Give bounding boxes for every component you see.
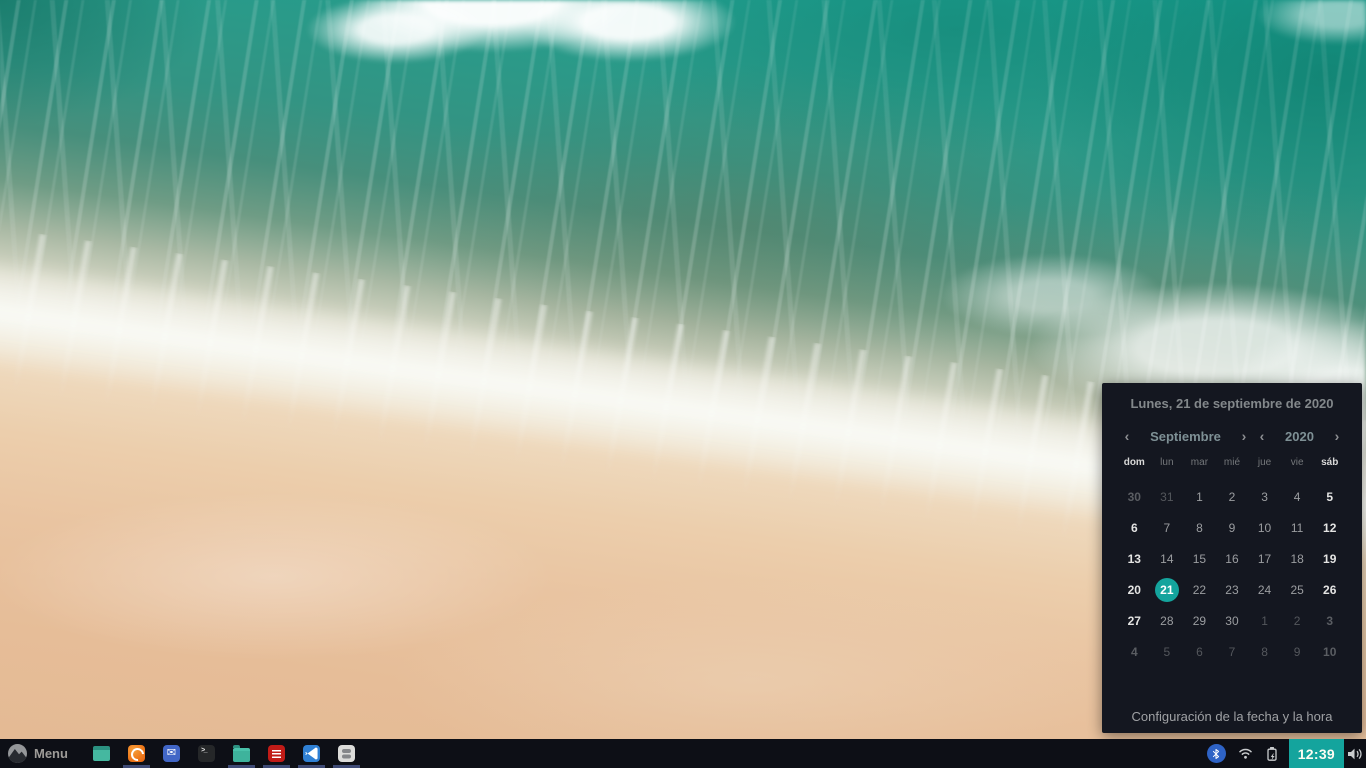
calendar-day[interactable]: 2 [1216, 481, 1249, 512]
prev-year-button[interactable]: ‹ [1253, 429, 1271, 443]
vscode-icon [303, 745, 320, 762]
calendar-day[interactable]: 29 [1183, 605, 1216, 636]
month-label: Septiembre [1136, 429, 1235, 444]
calendar-day[interactable]: 9 [1216, 512, 1249, 543]
wifi-icon[interactable] [1237, 747, 1254, 760]
calendar-day[interactable]: 23 [1216, 574, 1249, 605]
menu-label: Menu [34, 746, 68, 761]
calendar-day[interactable]: 8 [1248, 636, 1281, 667]
calendar-day[interactable]: 5 [1313, 481, 1346, 512]
calendar-day[interactable]: 19 [1313, 543, 1346, 574]
year-nav: ‹ 2020 › [1253, 429, 1346, 444]
calendar-day[interactable]: 11 [1281, 512, 1314, 543]
calendar-nav: ‹ Septiembre › ‹ 2020 › [1118, 426, 1346, 446]
menu-button[interactable]: Menu [0, 739, 72, 768]
day-header: sáb [1313, 457, 1346, 468]
day-header: jue [1248, 457, 1281, 468]
calendar-day[interactable]: 27 [1118, 605, 1151, 636]
mail-icon [163, 745, 180, 762]
volume-icon[interactable] [1344, 739, 1366, 768]
calendar-day[interactable]: 20 [1118, 574, 1151, 605]
launcher-show-desktop[interactable] [84, 739, 119, 768]
calendar-day[interactable]: 4 [1118, 636, 1151, 667]
calendar-day[interactable]: 4 [1281, 481, 1314, 512]
day-header: mié [1216, 457, 1249, 468]
bluetooth-icon[interactable] [1207, 744, 1226, 763]
calendar-day[interactable]: 14 [1151, 543, 1184, 574]
calendar-day-selected[interactable]: 21 [1151, 574, 1184, 605]
launcher-terminal[interactable] [189, 739, 224, 768]
folder-icon [233, 748, 250, 762]
calendar-day[interactable]: 18 [1281, 543, 1314, 574]
calendar-day[interactable]: 30 [1216, 605, 1249, 636]
calendar-day[interactable]: 22 [1183, 574, 1216, 605]
day-header: dom [1118, 457, 1151, 468]
calendar-day[interactable]: 7 [1151, 512, 1184, 543]
calendar-day[interactable]: 3 [1248, 481, 1281, 512]
calendar-date-title: Lunes, 21 de septiembre de 2020 [1118, 396, 1346, 411]
calendar-day[interactable]: 13 [1118, 543, 1151, 574]
next-month-button[interactable]: › [1235, 429, 1253, 443]
screen: Lunes, 21 de septiembre de 2020 ‹ Septie… [0, 0, 1366, 768]
battery-charging-icon[interactable] [1265, 746, 1279, 762]
clock[interactable]: 12:39 [1289, 739, 1344, 768]
day-header: mar [1183, 457, 1216, 468]
calendar-day[interactable]: 7 [1216, 636, 1249, 667]
day-header-row: domlunmarmiéjueviesáb [1118, 457, 1346, 468]
taskbar: Menu 12:39 [0, 739, 1366, 768]
month-nav: ‹ Septiembre › [1118, 429, 1253, 444]
calendar-grid: 3031123456789101112131415161718192021222… [1118, 481, 1346, 667]
calendar-day[interactable]: 24 [1248, 574, 1281, 605]
launcher-area [84, 739, 364, 768]
calendar-day[interactable]: 17 [1248, 543, 1281, 574]
calendar-day[interactable]: 1 [1183, 481, 1216, 512]
calendar-day[interactable]: 30 [1118, 481, 1151, 512]
launcher-firefox[interactable] [119, 739, 154, 768]
calendar-day[interactable]: 8 [1183, 512, 1216, 543]
calendar-popup: Lunes, 21 de septiembre de 2020 ‹ Septie… [1102, 383, 1362, 733]
launcher-vscode[interactable] [294, 739, 329, 768]
datetime-settings-link[interactable]: Configuración de la fecha y la hora [1102, 709, 1362, 724]
calendar-day[interactable]: 10 [1313, 636, 1346, 667]
launcher-mail[interactable] [154, 739, 189, 768]
calendar-day[interactable]: 31 [1151, 481, 1184, 512]
terminal-icon [198, 745, 215, 762]
calendar-day[interactable]: 10 [1248, 512, 1281, 543]
calendar-day[interactable]: 2 [1281, 605, 1314, 636]
mint-logo-icon [8, 744, 27, 763]
firefox-icon [128, 745, 145, 762]
calendar-day[interactable]: 3 [1313, 605, 1346, 636]
launcher-files[interactable] [224, 739, 259, 768]
calendar-day[interactable]: 12 [1313, 512, 1346, 543]
calendar-day[interactable]: 5 [1151, 636, 1184, 667]
system-app-icon [338, 745, 355, 762]
calendar-day[interactable]: 6 [1183, 636, 1216, 667]
day-header: vie [1281, 457, 1314, 468]
launcher-system-app[interactable] [329, 739, 364, 768]
show-desktop-icon [93, 746, 110, 761]
next-year-button[interactable]: › [1328, 429, 1346, 443]
prev-month-button[interactable]: ‹ [1118, 429, 1136, 443]
calendar-day[interactable]: 16 [1216, 543, 1249, 574]
calendar-day[interactable]: 25 [1281, 574, 1314, 605]
calendar-day[interactable]: 26 [1313, 574, 1346, 605]
calendar-day[interactable]: 15 [1183, 543, 1216, 574]
calendar-day[interactable]: 28 [1151, 605, 1184, 636]
calendar-day[interactable]: 1 [1248, 605, 1281, 636]
calendar-day[interactable]: 6 [1118, 512, 1151, 543]
day-header: lun [1151, 457, 1184, 468]
year-label: 2020 [1271, 429, 1328, 444]
launcher-red-terminal[interactable] [259, 739, 294, 768]
calendar-day[interactable]: 9 [1281, 636, 1314, 667]
red-terminal-icon [268, 745, 285, 762]
system-tray [1207, 744, 1279, 763]
